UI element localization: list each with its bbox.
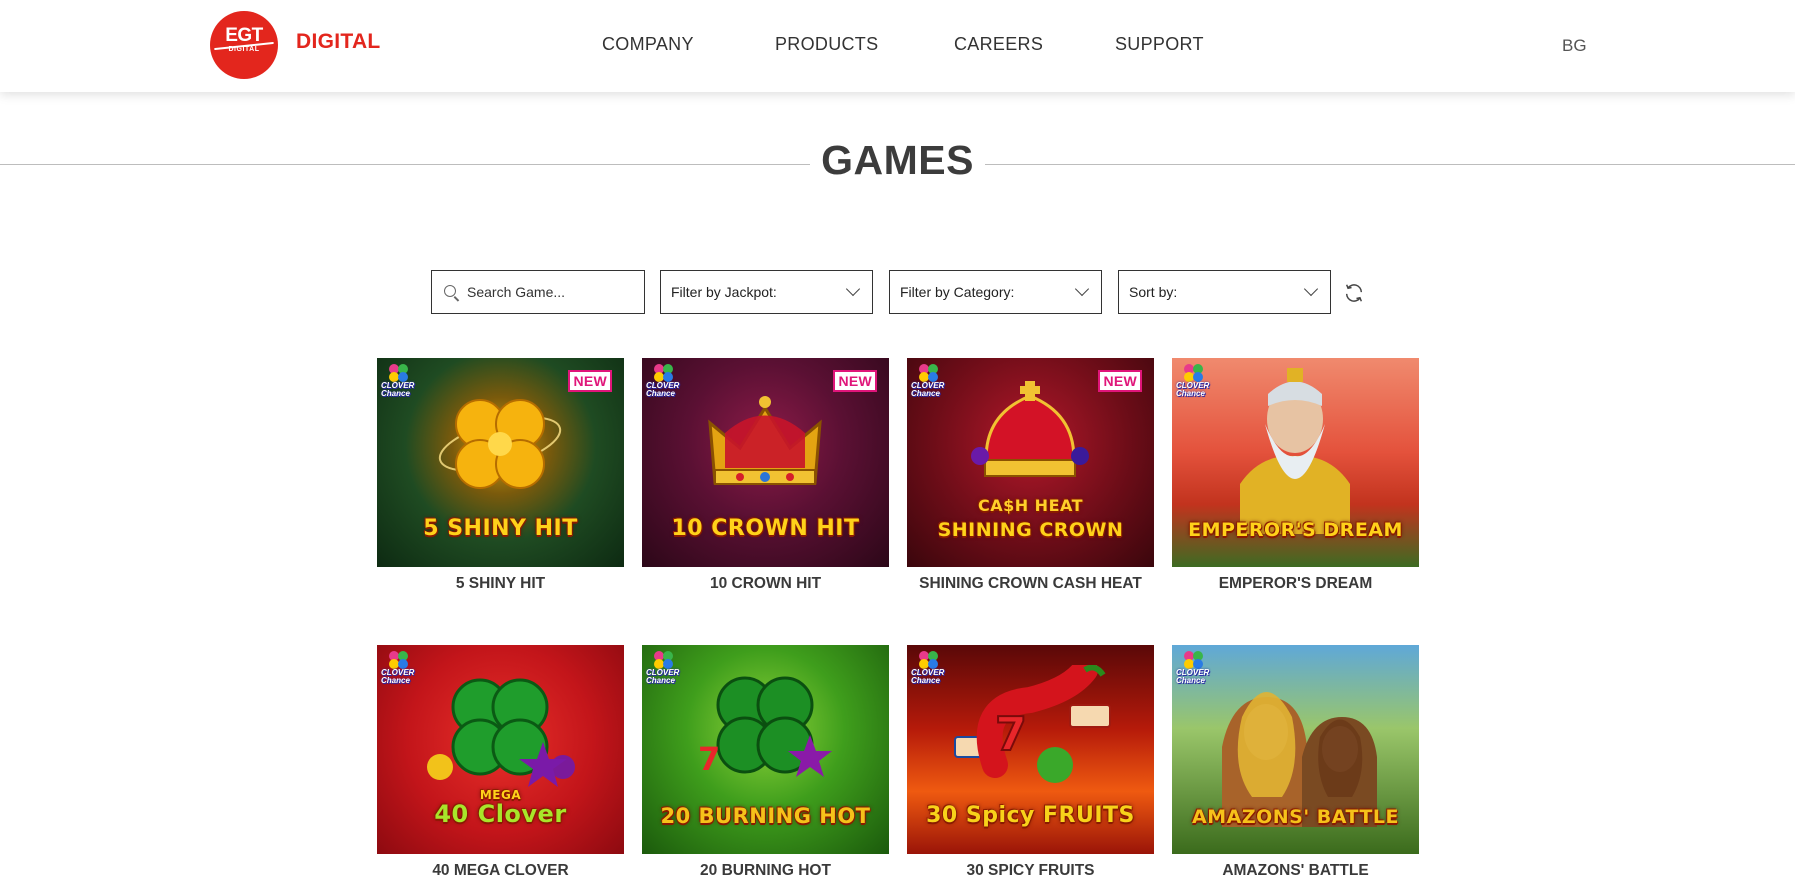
search-field[interactable]: [431, 270, 645, 314]
sort-select[interactable]: Sort by:: [1118, 270, 1331, 314]
new-badge: NEW: [568, 370, 612, 392]
clover-chance-badge: CLOVER Chance: [911, 362, 957, 402]
sort-label: Sort by:: [1129, 284, 1178, 300]
chevron-down-icon: [1074, 281, 1090, 297]
game-thumbnail[interactable]: AMAZONS' BATTLE CLOVER Chance: [1172, 645, 1419, 854]
game-art-title: EMPEROR'S DREAM: [1188, 519, 1403, 541]
egt-logo[interactable]: EGT DIGITAL: [210, 11, 278, 79]
clover-chance-badge: CLOVER Chance: [1176, 362, 1222, 402]
game-thumbnail[interactable]: 7 30 Spicy FRUITS CLOVER Chance: [907, 645, 1154, 854]
game-thumbnail[interactable]: 5 SHINY HIT NEW CLOVER Chance: [377, 358, 624, 567]
search-icon: [444, 285, 456, 297]
clover-chance-text: CLOVER Chance: [1176, 668, 1210, 685]
refresh-icon[interactable]: [1343, 282, 1365, 304]
new-badge: NEW: [833, 370, 877, 392]
chevron-down-icon: [845, 281, 861, 297]
clover-chance-badge: CLOVER Chance: [646, 362, 692, 402]
new-badge: NEW: [1098, 370, 1142, 392]
brand-name[interactable]: DIGITAL: [296, 30, 381, 54]
emperor-art-icon: [1240, 368, 1350, 534]
clover-art-icon: [427, 678, 575, 787]
game-thumbnail[interactable]: EMPEROR'S DREAM CLOVER Chance: [1172, 358, 1419, 567]
game-title[interactable]: 30 SPICY FRUITS: [907, 862, 1154, 879]
search-input[interactable]: [467, 271, 637, 313]
page-title: GAMES: [821, 137, 974, 183]
game-thumbnail[interactable]: MEGA 40 Clover CLOVER Chance: [377, 645, 624, 854]
chevron-down-icon: [1303, 281, 1319, 297]
game-card[interactable]: MEGA 40 Clover CLOVER Chance 40 MEGA CLO…: [377, 645, 624, 879]
game-thumbnail[interactable]: CA$H HEAT SHINING CROWN NEW CLOVER Chanc…: [907, 358, 1154, 567]
game-title[interactable]: SHINING CROWN CASH HEAT: [907, 575, 1154, 593]
game-art-title: 20 BURNING HOT: [660, 804, 871, 828]
game-title[interactable]: 10 CROWN HIT: [642, 575, 889, 593]
nav-company[interactable]: COMPANY: [602, 34, 694, 55]
clover-chance-text: CLOVER Chance: [1176, 381, 1210, 398]
game-title[interactable]: EMPEROR'S DREAM: [1172, 575, 1419, 593]
game-art-subtitle: CA$H HEAT: [977, 496, 1084, 515]
clover-chance-badge: CLOVER Chance: [381, 362, 427, 402]
game-art-title: 30 Spicy FRUITS: [926, 803, 1135, 828]
jackpot-filter-label: Filter by Jackpot:: [671, 284, 777, 300]
game-art-title: 10 CROWN HIT: [671, 516, 860, 541]
game-card[interactable]: 5 SHINY HIT NEW CLOVER Chance 5 SHINY HI…: [377, 358, 624, 593]
game-card[interactable]: EMPEROR'S DREAM CLOVER Chance EMPEROR'S …: [1172, 358, 1419, 593]
game-title[interactable]: 20 BURNING HOT: [642, 862, 889, 879]
game-thumbnail[interactable]: 7 20 BURNING HOT CLOVER Chance: [642, 645, 889, 854]
clover-chance-text: CLOVER Chance: [911, 668, 945, 685]
game-art-title: 5 SHINY HIT: [423, 516, 578, 541]
logo-subtext: DIGITAL: [228, 46, 260, 53]
crown-art-icon: [708, 396, 822, 485]
game-title[interactable]: AMAZONS' BATTLE: [1172, 862, 1419, 879]
game-card[interactable]: 7 20 BURNING HOT CLOVER Chance 20 BURNIN…: [642, 645, 889, 879]
clover-chance-text: CLOVER Chance: [381, 668, 415, 685]
clover-chance-text: CLOVER Chance: [381, 381, 415, 398]
language-switch[interactable]: BG: [1562, 36, 1587, 56]
clover-chance-text: CLOVER Chance: [646, 668, 680, 685]
clover-chance-text: CLOVER Chance: [911, 381, 945, 398]
game-art-title: AMAZONS' BATTLE: [1192, 806, 1399, 828]
jackpot-filter-select[interactable]: Filter by Jackpot:: [660, 270, 873, 314]
crown-art-icon: [971, 381, 1089, 477]
chili-art-icon: 7: [954, 665, 1111, 783]
game-title[interactable]: 40 MEGA CLOVER: [377, 862, 624, 879]
game-art-title: SHINING CROWN: [937, 519, 1124, 541]
game-art-title: 40 Clover: [434, 800, 567, 828]
nav-support[interactable]: SUPPORT: [1115, 34, 1204, 55]
clover-chance-badge: CLOVER Chance: [381, 649, 427, 689]
clover-art-icon: [438, 399, 562, 489]
clover-chance-badge: CLOVER Chance: [1176, 649, 1222, 689]
nav-careers[interactable]: CAREERS: [954, 34, 1043, 55]
svg-text:7: 7: [995, 707, 1027, 761]
clover-chance-badge: CLOVER Chance: [646, 649, 692, 689]
site-header: EGT DIGITAL DIGITAL COMPANY PRODUCTS CAR…: [0, 0, 1795, 92]
game-thumbnail[interactable]: 10 CROWN HIT NEW CLOVER Chance: [642, 358, 889, 567]
game-title[interactable]: 5 SHINY HIT: [377, 575, 624, 593]
game-card[interactable]: 10 CROWN HIT NEW CLOVER Chance 10 CROWN …: [642, 358, 889, 593]
nav-products[interactable]: PRODUCTS: [775, 34, 878, 55]
game-card[interactable]: 7 30 Spicy FRUITS CLOVER Chance 30 SPICY…: [907, 645, 1154, 879]
category-filter-label: Filter by Category:: [900, 284, 1015, 300]
clover-chance-badge: CLOVER Chance: [911, 649, 957, 689]
clover-chance-text: CLOVER Chance: [646, 381, 680, 398]
game-card[interactable]: CA$H HEAT SHINING CROWN NEW CLOVER Chanc…: [907, 358, 1154, 593]
clover-art-icon: 7: [698, 676, 832, 778]
category-filter-select[interactable]: Filter by Category:: [889, 270, 1102, 314]
svg-text:7: 7: [698, 740, 720, 778]
game-card[interactable]: AMAZONS' BATTLE CLOVER Chance AMAZONS' B…: [1172, 645, 1419, 879]
